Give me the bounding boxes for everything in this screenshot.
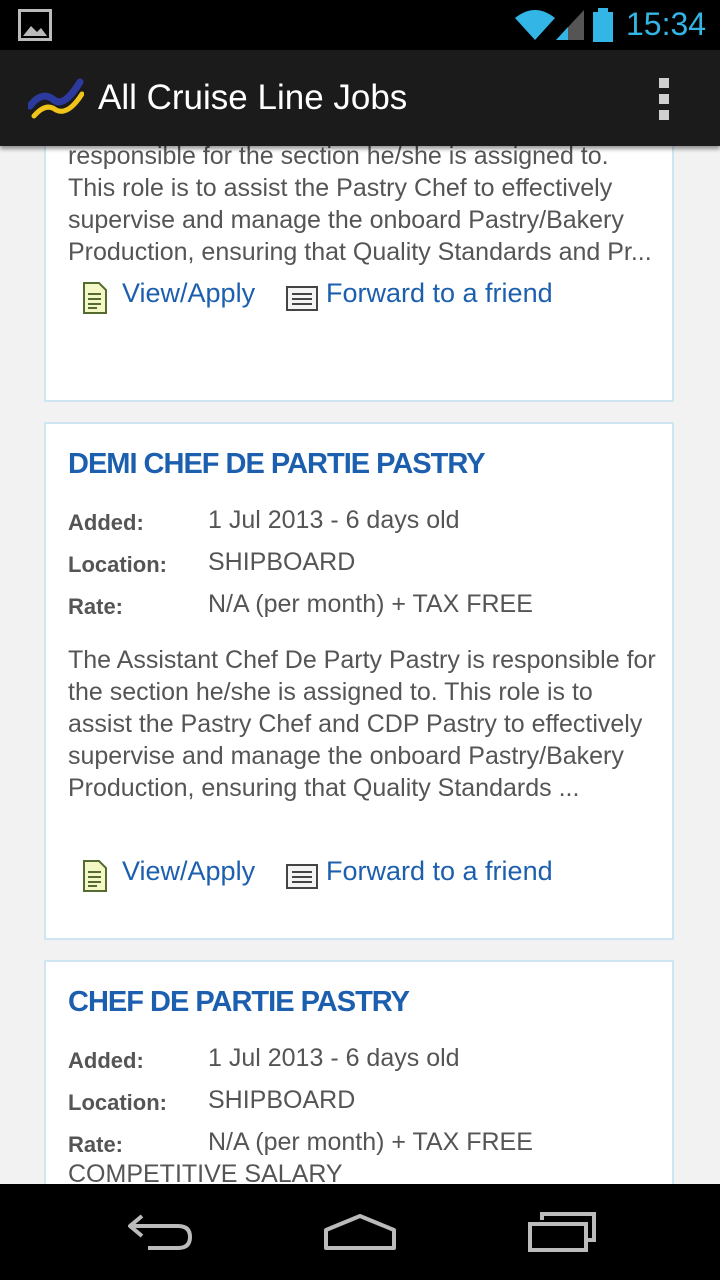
view-apply-label: View/Apply bbox=[122, 278, 256, 308]
job-card: CHEF DE PARTIE PASTRY Added: 1 Jul 2013 … bbox=[44, 960, 674, 1184]
app-title: All Cruise Line Jobs bbox=[98, 78, 408, 117]
added-value: 1 Jul 2013 - 6 days old bbox=[208, 506, 460, 534]
email-icon bbox=[286, 864, 318, 889]
job-card: DEMI CHEF DE PARTIE PASTRY Added: 1 Jul … bbox=[44, 422, 674, 940]
rate-value: N/A (per month) + TAX FREE bbox=[208, 590, 533, 618]
rate-value: N/A (per month) + TAX FREE bbox=[208, 1128, 533, 1156]
location-label: Location: bbox=[68, 1090, 167, 1115]
job-description: The Assistant Chef De Party Pastry is re… bbox=[68, 646, 656, 802]
rate-extra: COMPETITIVE SALARY bbox=[68, 1160, 343, 1184]
job-description: responsible for the section he/she is as… bbox=[68, 146, 652, 266]
location-value: SHIPBOARD bbox=[208, 1086, 356, 1114]
clock: 15:34 bbox=[626, 6, 707, 42]
added-label: Added: bbox=[68, 1048, 144, 1073]
rate-label: Rate: bbox=[68, 1132, 124, 1157]
dot-icon bbox=[659, 94, 669, 104]
home-icon[interactable] bbox=[322, 1210, 398, 1254]
status-bar: 15:34 bbox=[0, 0, 720, 50]
added-label: Added: bbox=[68, 510, 144, 535]
location-value: SHIPBOARD bbox=[208, 548, 356, 576]
image-notification-icon bbox=[18, 9, 52, 41]
wifi-icon bbox=[515, 10, 555, 40]
added-value: 1 Jul 2013 - 6 days old bbox=[208, 1044, 460, 1072]
job-title[interactable]: CHEF DE PARTIE PASTRY bbox=[68, 986, 410, 1019]
navigation-bar bbox=[0, 1184, 720, 1280]
recent-apps-icon[interactable] bbox=[526, 1210, 598, 1254]
dot-icon bbox=[659, 110, 669, 120]
document-icon bbox=[83, 860, 107, 892]
job-actions: View/Apply Forward to a friend bbox=[82, 856, 642, 896]
signal-icon bbox=[556, 10, 584, 40]
app-logo-icon bbox=[28, 78, 84, 119]
job-actions: View/Apply Forward to a friend bbox=[82, 278, 642, 318]
document-icon bbox=[83, 282, 107, 314]
forward-label: Forward to a friend bbox=[326, 856, 553, 886]
view-apply-label: View/Apply bbox=[122, 856, 256, 886]
email-icon bbox=[286, 286, 318, 311]
job-title[interactable]: DEMI CHEF DE PARTIE PASTRY bbox=[68, 448, 486, 481]
battery-icon bbox=[593, 8, 613, 42]
forward-label: Forward to a friend bbox=[326, 278, 553, 308]
job-list[interactable]: responsible for the section he/she is as… bbox=[0, 146, 720, 1184]
rate-label: Rate: bbox=[68, 594, 124, 619]
dot-icon bbox=[659, 78, 669, 88]
back-icon[interactable] bbox=[124, 1210, 194, 1254]
location-label: Location: bbox=[68, 552, 167, 577]
overflow-menu-button[interactable] bbox=[656, 78, 672, 120]
job-card: responsible for the section he/she is as… bbox=[44, 146, 674, 402]
app-bar: All Cruise Line Jobs bbox=[0, 50, 720, 146]
